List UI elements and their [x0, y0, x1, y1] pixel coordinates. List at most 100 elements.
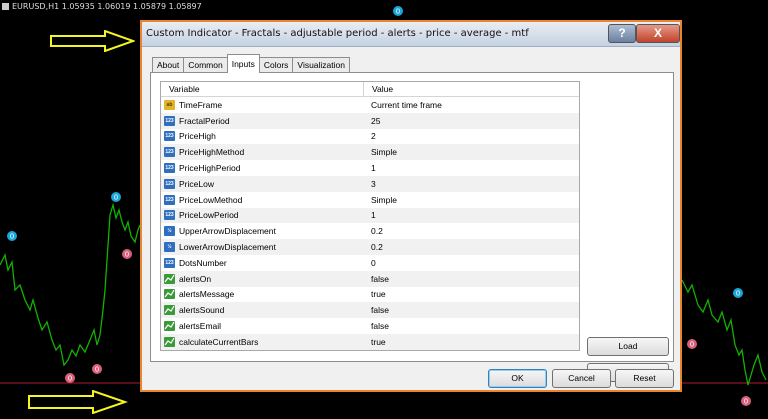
value-cell[interactable]: 1 [364, 210, 376, 220]
type-123-icon: 123 [164, 131, 175, 142]
variable-name: PriceLow [179, 178, 214, 189]
type-123-icon: 123 [164, 115, 175, 126]
tab-about[interactable]: About [152, 57, 185, 73]
variable-cell: 123 PriceHigh [161, 131, 364, 142]
type-bool-icon [164, 336, 175, 347]
value-cell[interactable]: 25 [364, 116, 380, 126]
value-cell[interactable]: 0.2 [364, 242, 383, 252]
type-bool-icon [164, 289, 175, 300]
table-row[interactable]: ½ UpperArrowDisplacement 0.2 [161, 223, 579, 239]
variable-cell: alertsSound [161, 305, 364, 316]
value-cell[interactable]: 2 [364, 131, 376, 141]
table-row[interactable]: calculateCurrentBars true [161, 333, 579, 350]
variable-name: PriceHigh [179, 131, 216, 142]
variable-name: LowerArrowDisplacement [179, 242, 276, 253]
inputs-table: Variable Value ab TimeFrame Current time f… [160, 81, 580, 351]
svg-text:0: 0 [68, 375, 72, 383]
load-button[interactable]: Load [587, 337, 669, 356]
variable-name: DotsNumber [179, 257, 227, 268]
column-header-variable[interactable]: Variable [161, 82, 364, 96]
ok-button[interactable]: OK [488, 369, 547, 388]
table-row[interactable]: 123 PriceHigh 2 [161, 129, 579, 145]
variable-cell: ½ UpperArrowDisplacement [161, 226, 364, 237]
variable-cell: 123 PriceLow [161, 178, 364, 189]
table-body: ab TimeFrame Current time frame 123 FractalP… [161, 97, 579, 350]
column-header-value[interactable]: Value [364, 82, 393, 96]
type-123-icon: 123 [164, 210, 175, 221]
fractal-down-marker: 0 [92, 364, 102, 374]
type-dbl-icon: ½ [164, 242, 175, 253]
table-row[interactable]: alertsOn false [161, 270, 579, 287]
table-row[interactable]: 123 PriceHighMethod Simple [161, 144, 579, 161]
fractal-up-marker: 0 [393, 6, 403, 16]
help-button[interactable]: ? [608, 24, 636, 43]
tab-inputs[interactable]: Inputs [226, 54, 260, 73]
reset-button[interactable]: Reset [615, 369, 674, 388]
tab-colors[interactable]: Colors [258, 57, 294, 73]
svg-text:0: 0 [10, 233, 14, 241]
svg-text:0: 0 [690, 341, 694, 349]
type-123-icon: 123 [164, 194, 175, 205]
variable-name: PriceHighMethod [179, 147, 245, 158]
type-ab-icon: ab [164, 99, 175, 110]
chart-symbol-header: EURUSD,H1 1.05935 1.06019 1.05879 1.0589… [2, 2, 202, 11]
value-cell[interactable]: 1 [364, 163, 376, 173]
value-cell[interactable]: false [364, 305, 389, 315]
value-cell[interactable]: Current time frame [364, 100, 442, 110]
value-cell[interactable]: 0.2 [364, 226, 383, 236]
fractal-down-marker: 0 [687, 339, 697, 349]
table-row[interactable]: 123 PriceLowPeriod 1 [161, 207, 579, 224]
variable-name: alertsMessage [179, 289, 235, 300]
value-cell[interactable]: true [364, 289, 386, 299]
svg-text:0: 0 [95, 366, 99, 374]
table-row[interactable]: ab TimeFrame Current time frame [161, 97, 579, 113]
svg-text:0: 0 [744, 398, 748, 406]
value-cell[interactable]: true [364, 337, 386, 347]
fractal-down-marker: 0 [65, 373, 75, 383]
tab-common[interactable]: Common [183, 57, 228, 73]
table-header: Variable Value [161, 82, 579, 97]
fractal-up-marker: 0 [7, 231, 17, 241]
price-line-left [0, 202, 141, 367]
table-row[interactable]: alertsMessage true [161, 287, 579, 303]
tab-visualization[interactable]: Visualization [292, 57, 350, 73]
inputs-panel: Variable Value ab TimeFrame Current time f… [150, 72, 674, 382]
variable-cell: alertsMessage [161, 289, 364, 300]
svg-text:0: 0 [114, 194, 118, 202]
value-cell[interactable]: Simple [364, 147, 397, 157]
variable-name: PriceLowPeriod [179, 210, 239, 221]
table-row[interactable]: 123 PriceLowMethod Simple [161, 192, 579, 208]
svg-text:0: 0 [396, 8, 400, 16]
close-button[interactable]: X [636, 24, 680, 43]
type-123-icon: 123 [164, 257, 175, 268]
table-row[interactable]: ½ LowerArrowDisplacement 0.2 [161, 239, 579, 255]
table-row[interactable]: alertsSound false [161, 302, 579, 319]
type-bool-icon [164, 321, 175, 332]
svg-text:0: 0 [736, 290, 740, 298]
variable-name: FractalPeriod [179, 115, 230, 126]
type-123-icon: 123 [164, 147, 175, 158]
variable-name: PriceHighPeriod [179, 163, 241, 174]
table-row[interactable]: 123 DotsNumber 0 [161, 255, 579, 271]
value-cell[interactable]: 3 [364, 179, 376, 189]
cancel-button[interactable]: Cancel [552, 369, 611, 388]
dialog-titlebar[interactable]: Custom Indicator - Fractals - adjustable… [142, 22, 680, 47]
fractal-up-marker: 0 [733, 288, 743, 298]
dialog-tabs: About Common Inputs Colors Visualization [152, 54, 350, 73]
fractal-down-marker: 0 [741, 396, 751, 406]
table-row[interactable]: 123 PriceLow 3 [161, 175, 579, 192]
table-row[interactable]: 123 FractalPeriod 25 [161, 112, 579, 129]
variable-cell: 123 PriceHighMethod [161, 147, 364, 158]
table-row[interactable]: alertsEmail false [161, 318, 579, 334]
value-cell[interactable]: 0 [364, 258, 376, 268]
table-row[interactable]: 123 PriceHighPeriod 1 [161, 160, 579, 176]
type-123-icon: 123 [164, 163, 175, 174]
value-cell[interactable]: Simple [364, 195, 397, 205]
value-cell[interactable]: false [364, 321, 389, 331]
annotation-arrow-bottom [28, 390, 128, 414]
svg-text:0: 0 [125, 251, 129, 259]
value-cell[interactable]: false [364, 274, 389, 284]
variable-cell: 123 DotsNumber [161, 257, 364, 268]
dialog-title: Custom Indicator - Fractals - adjustable… [146, 28, 529, 39]
variable-name: alertsEmail [179, 321, 222, 332]
